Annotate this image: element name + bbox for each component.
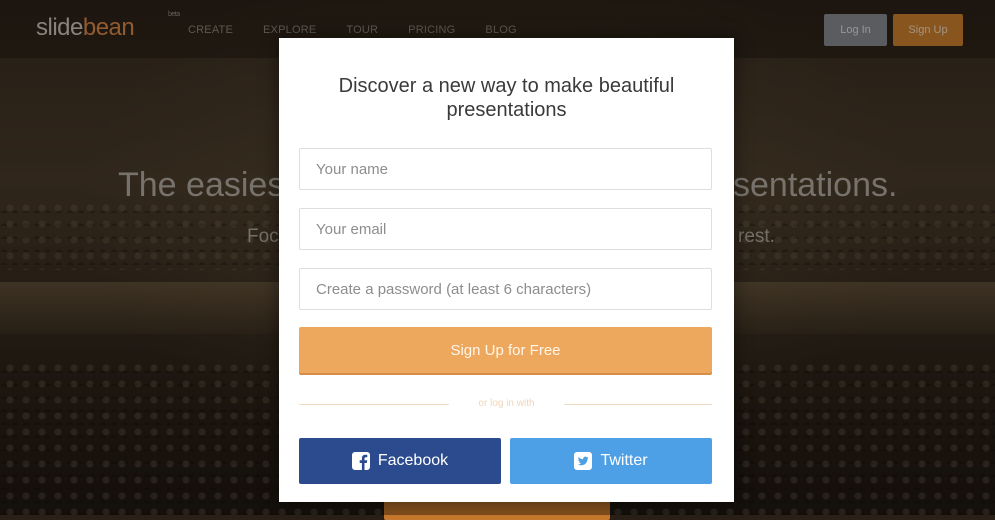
twitter-login-button[interactable]: Twitter bbox=[510, 438, 712, 484]
divider-line-left bbox=[299, 404, 449, 405]
email-field[interactable] bbox=[299, 208, 712, 250]
name-field[interactable] bbox=[299, 148, 712, 190]
twitter-icon bbox=[574, 452, 593, 470]
signup-free-button[interactable]: Sign Up for Free bbox=[299, 327, 712, 373]
signup-modal: Discover a new way to make beautiful pre… bbox=[279, 38, 734, 502]
facebook-icon bbox=[351, 452, 370, 470]
modal-title: Discover a new way to make beautiful pre… bbox=[338, 75, 675, 121]
twitter-label: Twitter bbox=[600, 452, 648, 469]
facebook-login-button[interactable]: Facebook bbox=[299, 438, 501, 484]
facebook-label: Facebook bbox=[377, 452, 449, 469]
divider-line-right bbox=[564, 404, 712, 405]
divider-text: or log in with bbox=[478, 398, 535, 409]
password-field[interactable] bbox=[299, 268, 712, 310]
